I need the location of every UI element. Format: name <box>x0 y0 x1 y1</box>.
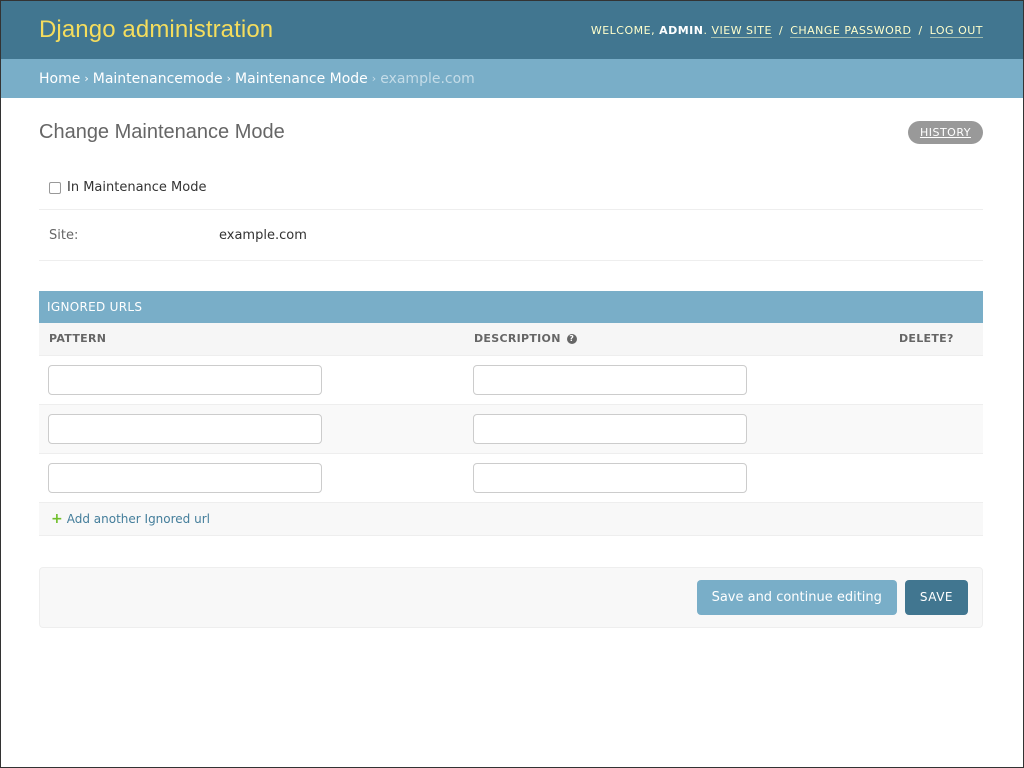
breadcrumb-model[interactable]: Maintenance Mode <box>235 71 368 87</box>
save-continue-button[interactable]: Save and continue editing <box>696 579 897 615</box>
maintenance-checkbox[interactable] <box>49 181 61 194</box>
column-header-pattern: Pattern <box>39 323 464 356</box>
view-site-link[interactable]: View site <box>711 23 772 38</box>
add-row: + Add another Ignored url <box>39 502 983 536</box>
site-value: example.com <box>219 227 307 243</box>
change-password-link[interactable]: Change password <box>790 23 912 38</box>
history-button[interactable]: History <box>907 120 983 144</box>
log-out-link[interactable]: Log out <box>929 23 983 38</box>
description-input[interactable] <box>473 462 747 493</box>
help-icon[interactable]: ? <box>566 334 577 345</box>
maintenance-row: In Maintenance Mode <box>39 166 983 210</box>
add-ignored-url-link[interactable]: Add another Ignored url <box>67 512 210 526</box>
breadcrumb: Home › Maintenancemode › Maintenance Mod… <box>1 59 1023 98</box>
user-tools: Welcome, admin. View site / Change passw… <box>590 23 983 38</box>
username: admin <box>659 23 704 37</box>
pattern-input[interactable] <box>48 462 322 493</box>
description-input[interactable] <box>473 413 747 444</box>
welcome-text: Welcome, <box>590 23 656 37</box>
site-row: Site: example.com <box>39 210 983 261</box>
table-row <box>39 404 983 454</box>
delete-cell <box>889 453 983 503</box>
site-label: Site: <box>49 227 79 243</box>
ignored-urls-inline: Ignored urls Pattern Description? Delete… <box>39 291 983 536</box>
page-title: Change Maintenance Mode <box>39 120 285 143</box>
save-button[interactable]: Save <box>904 579 968 615</box>
column-header-description: Description? <box>464 323 889 356</box>
breadcrumb-separator: › <box>84 72 89 85</box>
breadcrumb-separator: › <box>226 72 232 85</box>
maintenance-label[interactable]: In Maintenance Mode <box>67 180 206 195</box>
site-name[interactable]: Django administration <box>39 16 273 44</box>
pattern-input[interactable] <box>48 413 322 444</box>
breadcrumb-current: example.com <box>380 70 475 87</box>
delete-cell <box>889 355 983 405</box>
content: Change Maintenance Mode History In Maint… <box>1 98 1023 628</box>
ignored-urls-table: Pattern Description? Delete? <box>39 323 983 503</box>
plus-icon[interactable]: + <box>51 511 63 527</box>
delete-cell <box>889 404 983 454</box>
inline-title: Ignored urls <box>39 291 983 323</box>
breadcrumb-separator: › <box>371 72 377 85</box>
submit-row: Save and continue editing Save <box>39 566 983 628</box>
column-header-delete: Delete? <box>889 323 983 356</box>
pattern-input[interactable] <box>48 364 322 395</box>
header: Django administration Welcome, admin. Vi… <box>1 1 1023 59</box>
breadcrumb-home[interactable]: Home <box>39 71 80 87</box>
table-row <box>39 453 983 503</box>
table-row <box>39 355 983 405</box>
description-input[interactable] <box>473 364 747 395</box>
breadcrumb-app[interactable]: Maintenancemode <box>93 71 223 87</box>
